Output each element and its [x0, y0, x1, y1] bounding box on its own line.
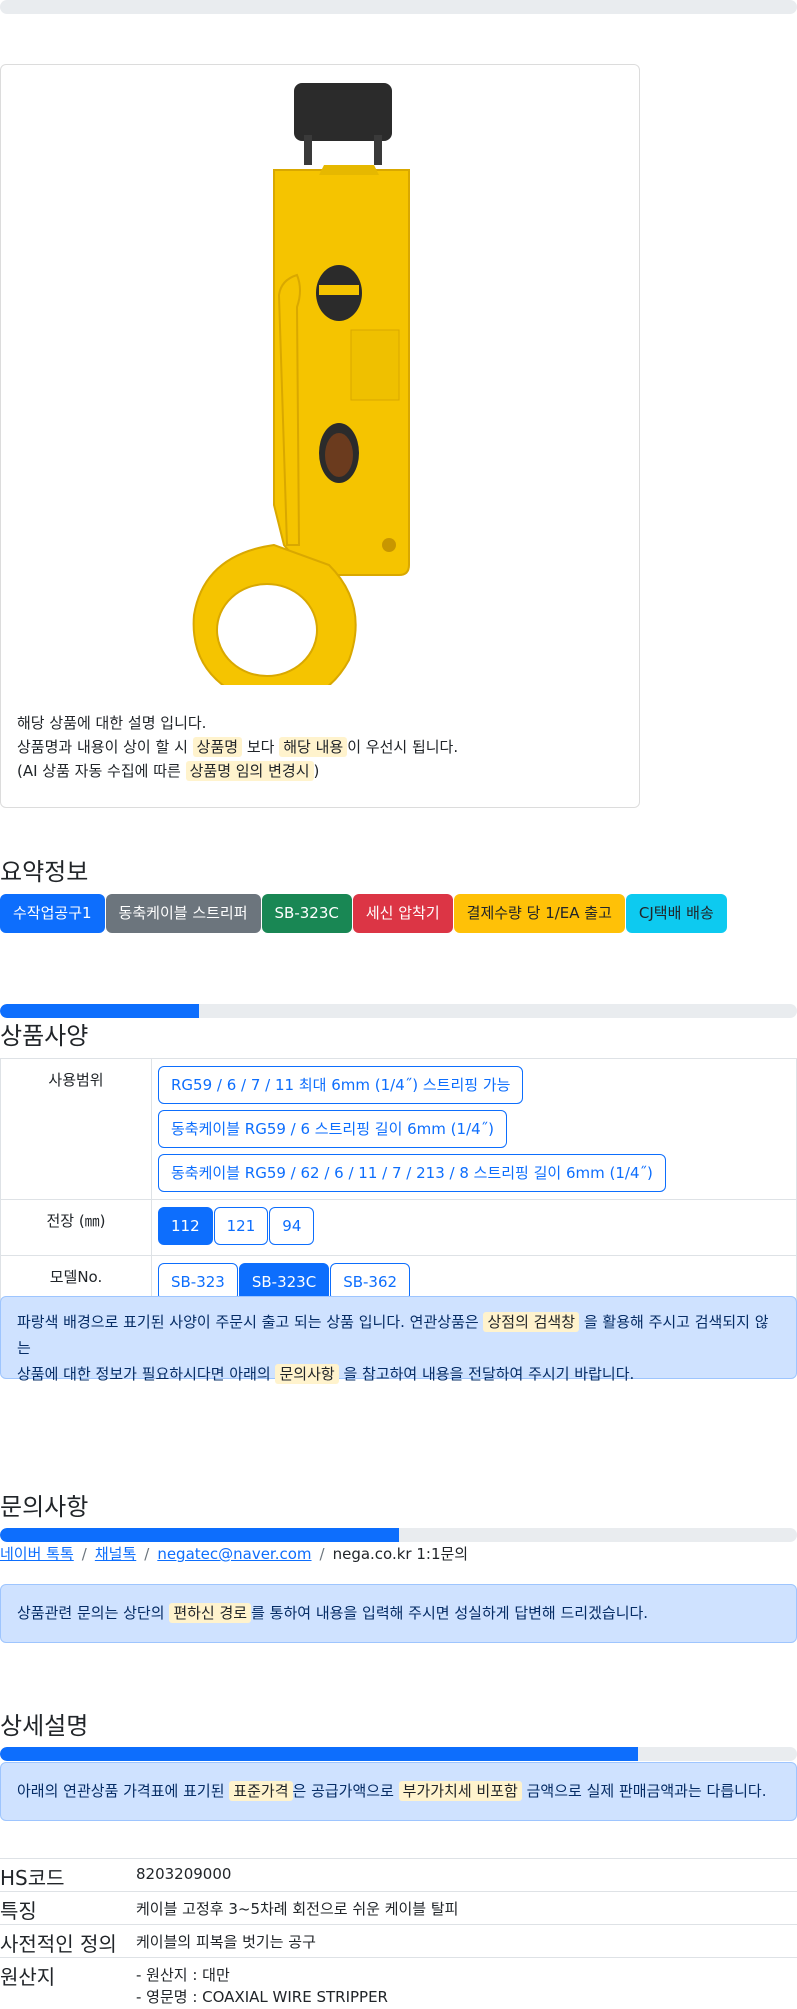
contact-progress-fill [0, 1528, 399, 1542]
badge-brand: 세신 압착기 [352, 894, 453, 933]
highlight-standard-price: 표준가격 [229, 1781, 293, 1801]
top-progress-bar [0, 0, 797, 14]
info-row-definition: 사전적인 정의 케이블의 피복을 벗기는 공구 [0, 1924, 797, 1958]
summary-badges: 수작업공구1 동축케이블 스트리퍼 SB-323C 세신 압착기 결제수량 당 … [0, 894, 728, 933]
spec-alert: 파랑색 배경으로 표기된 사양이 주문시 출고 되는 상품 입니다. 연관상품은… [0, 1296, 797, 1384]
contact-progress-bar [0, 1528, 797, 1542]
definition-label: 사전적인 정의 [0, 1924, 136, 1958]
option-length-94[interactable]: 94 [269, 1207, 315, 1245]
option-usage-1[interactable]: RG59 / 6 / 7 / 11 최대 6mm (1/4˝) 스트리핑 가능 [158, 1066, 524, 1104]
contact-title: 문의사항 [0, 1493, 89, 1521]
contact-alert: 상품관련 문의는 상단의 편하신 경로 를 통하여 내용을 입력해 주시면 성실하… [0, 1584, 797, 1643]
highlight-content: 해당 내용 [279, 737, 348, 757]
channel-talk-link[interactable]: 채널톡 [95, 1545, 136, 1563]
product-note-line3: (AI 상품 자동 수집에 따른 상품명 임의 변경시) [17, 761, 320, 781]
spec-row-length: 전장 (㎜) 112 121 94 [0, 1199, 797, 1256]
badge-quantity: 결제수량 당 1/EA 출고 [453, 894, 625, 933]
highlight-product-name: 상품명 [192, 737, 243, 757]
detail-progress-fill [0, 1747, 638, 1761]
info-row-origin: 원산지 - 원산지 : 대만 - 영문명 : COAXIAL WIRE STRI… [0, 1957, 797, 2008]
highlight-route: 편하신 경로 [169, 1603, 252, 1623]
hs-label: HS코드 [0, 1858, 136, 1892]
spec-label-length: 전장 (㎜) [0, 1199, 152, 1256]
feature-value: 케이블 고정후 3~5차례 회전으로 쉬운 케이블 탈피 [136, 1891, 797, 1925]
option-usage-2[interactable]: 동축케이블 RG59 / 6 스트리핑 길이 6mm (1/4˝) [158, 1110, 508, 1148]
product-note-line1: 해당 상품에 대한 설명 입니다. [17, 714, 207, 732]
highlight-store-search: 상점의 검색창 [483, 1312, 580, 1332]
info-table: HS코드 8203209000 특징 케이블 고정후 3~5차례 회전으로 쉬운… [0, 1858, 797, 2008]
option-length-121[interactable]: 121 [213, 1207, 269, 1245]
definition-value: 케이블의 피복을 벗기는 공구 [136, 1924, 797, 1958]
feature-label: 특징 [0, 1891, 136, 1925]
info-row-hs: HS코드 8203209000 [0, 1858, 797, 1892]
detail-alert: 아래의 연관상품 가격표에 표기된 표준가격 은 공급가액으로 부가가치세 비포함… [0, 1762, 797, 1821]
badge-model: SB-323C [261, 894, 352, 933]
badge-shipping: CJ택배 배송 [625, 894, 727, 933]
option-usage-3[interactable]: 동축케이블 RG59 / 62 / 6 / 11 / 7 / 213 / 8 스… [158, 1154, 666, 1192]
summary-title: 요약정보 [0, 858, 89, 886]
origin-value-english: - 영문명 : COAXIAL WIRE STRIPPER [136, 1988, 388, 2006]
product-note-line2: 상품명과 내용이 상이 할 시 상품명 보다 해당 내용 이 우선시 됩니다. [17, 737, 459, 757]
origin-value-country: - 원산지 : 대만 [136, 1966, 230, 1984]
contact-links: 네이버 톡톡 / 채널톡 / negatec@naver.com / nega.co.kr … [0, 1545, 469, 1563]
product-card: 해당 상품에 대한 설명 입니다. 상품명과 내용이 상이 할 시 상품명 보다… [0, 64, 640, 808]
highlight-vat-excluded: 부가가치세 비포함 [398, 1781, 522, 1801]
spec-row-usage: 사용범위 RG59 / 6 / 7 / 11 최대 6mm (1/4˝) 스트리… [0, 1058, 797, 1200]
naver-talk-link[interactable]: 네이버 톡톡 [0, 1545, 74, 1563]
highlight-name-change: 상품명 임의 변경시 [185, 761, 314, 781]
spec-label-usage: 사용범위 [0, 1058, 152, 1200]
badge-product-type: 동축케이블 스트리퍼 [105, 894, 261, 933]
hs-value: 8203209000 [136, 1858, 797, 1892]
email-link[interactable]: negatec@naver.com [157, 1545, 311, 1563]
detail-progress-bar [0, 1747, 797, 1761]
option-length-112[interactable]: 112 [158, 1207, 213, 1245]
badge-category: 수작업공구1 [0, 894, 105, 933]
spec-progress-bar [0, 1004, 797, 1018]
site-inquiry-text: nega.co.kr 1:1문의 [332, 1545, 469, 1563]
info-row-feature: 특징 케이블 고정후 3~5차례 회전으로 쉬운 케이블 탈피 [0, 1891, 797, 1925]
origin-label: 원산지 [0, 1957, 136, 2008]
spec-title: 상품사양 [0, 1022, 89, 1050]
detail-title: 상세설명 [0, 1712, 89, 1740]
spec-table: 사용범위 RG59 / 6 / 7 / 11 최대 6mm (1/4˝) 스트리… [0, 1058, 797, 1312]
product-image [192, 83, 410, 685]
highlight-inquiry: 문의사항 [275, 1364, 339, 1384]
